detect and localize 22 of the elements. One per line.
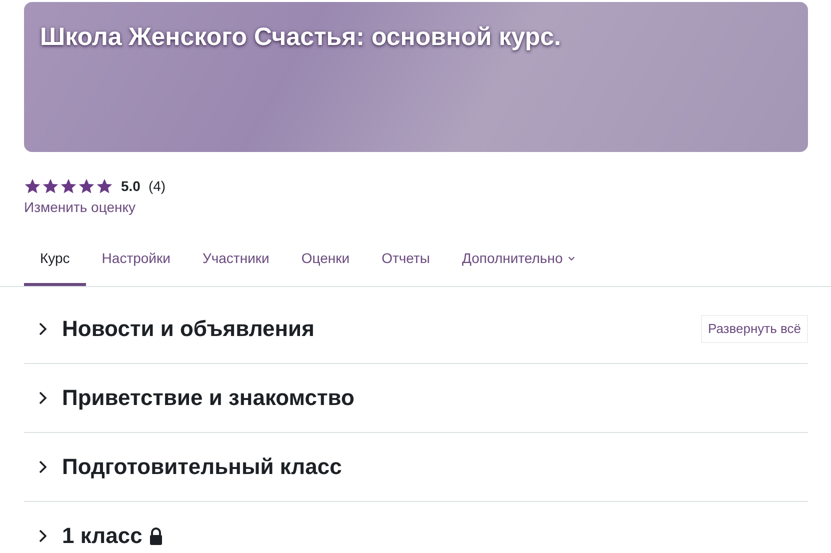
course-title: Школа Женского Счастья: основной курс.	[40, 22, 562, 52]
star-icon	[60, 178, 77, 195]
nav-tab[interactable]: Оценки	[285, 234, 366, 286]
section-title[interactable]: Подготовительный класс	[62, 454, 342, 480]
nav-tab[interactable]: Отчеты	[366, 234, 446, 286]
star-icon	[42, 178, 59, 195]
expand-all-button[interactable]: Развернуть всё	[700, 315, 808, 343]
section-title[interactable]: Новости и объявления	[62, 316, 314, 342]
star-icon	[78, 178, 95, 195]
rating-score: 5.0	[121, 177, 140, 196]
nav-tab[interactable]: Курс	[24, 234, 86, 286]
caret-icon	[566, 254, 576, 263]
star-icon	[24, 178, 41, 195]
section-title[interactable]: 1 класс	[62, 522, 142, 550]
nav-tab[interactable]: Дополнительно	[446, 234, 592, 286]
change-rating-link[interactable]: Изменить оценку	[24, 197, 136, 218]
rating-count: (4)	[148, 177, 166, 196]
nav-tab[interactable]: Участники	[186, 234, 286, 286]
star-icon	[96, 178, 113, 195]
nav-tab[interactable]: Настройки	[86, 234, 186, 286]
lock-icon	[148, 527, 164, 545]
section-title[interactable]: Приветствие и знакомство	[62, 384, 354, 412]
